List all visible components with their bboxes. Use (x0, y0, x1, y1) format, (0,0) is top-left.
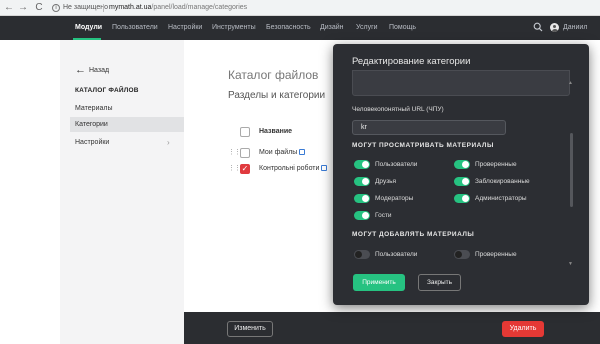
chevron-right-icon: › (167, 138, 170, 147)
nav-services[interactable]: Услуги (356, 16, 378, 40)
toggle-view-verified[interactable] (454, 160, 470, 169)
toggle-view-friends[interactable] (354, 177, 370, 186)
security-text: Не защищено (63, 4, 108, 11)
drag-handle-icon[interactable]: ⋮⋮ (228, 164, 241, 172)
nav-help[interactable]: Помощь (389, 16, 416, 40)
external-link-icon[interactable] (321, 165, 328, 172)
nav-users[interactable]: Пользователи (112, 16, 158, 40)
table-row[interactable]: Контрольні роботи (259, 165, 328, 172)
address-bar[interactable]: mymath.at.ua/panel/load/manage/categorie… (109, 2, 247, 14)
nav-design[interactable]: Дизайн (320, 16, 344, 40)
toggle-view-blocked[interactable] (454, 177, 470, 186)
browser-reload-button[interactable]: C (33, 2, 45, 14)
toggle-label: Модераторы (375, 195, 414, 202)
scroll-up-icon[interactable]: ▲ (568, 80, 573, 86)
select-all-checkbox[interactable] (240, 127, 250, 137)
nav-tools[interactable]: Инструменты (212, 16, 256, 40)
url-separator (103, 4, 104, 12)
section-title: Разделы и категории (228, 90, 326, 101)
url-path: /panel/load/manage/categories (151, 4, 248, 11)
toggle-label: Заблокированные (475, 178, 530, 185)
sidebar-item-materials[interactable]: Материалы (75, 105, 112, 112)
sidebar (60, 40, 184, 344)
security-indicator[interactable]: i Не защищено (52, 2, 108, 14)
nav-settings[interactable]: Настройки (168, 16, 202, 40)
drag-handle-icon[interactable]: ⋮⋮ (228, 148, 241, 156)
description-textarea[interactable] (352, 70, 570, 96)
toggle-view-guests[interactable] (354, 211, 370, 220)
external-link-icon[interactable] (299, 149, 306, 156)
toggle-add-users[interactable] (354, 250, 370, 259)
row-name-link[interactable]: Контрольні роботи (259, 165, 319, 172)
back-link[interactable]: ← Назад (75, 64, 110, 76)
view-permissions-heading: МОГУТ ПРОСМАТРИВАТЬ МАТЕРИАЛЫ (352, 142, 494, 149)
sidebar-item-settings[interactable]: Настройки (75, 139, 109, 146)
info-icon: i (52, 4, 60, 12)
add-permissions-heading: МОГУТ ДОБАВЛЯТЬ МАТЕРИАЛЫ (352, 231, 475, 238)
scroll-down-icon[interactable]: ▼ (568, 261, 573, 267)
browser-back-button[interactable]: ← (3, 2, 15, 14)
avatar[interactable] (550, 23, 559, 32)
row-checkbox[interactable] (240, 148, 250, 158)
user-name[interactable]: Даниил (563, 16, 587, 40)
modal-scrollbar[interactable] (570, 133, 573, 207)
toggle-view-users[interactable] (354, 160, 370, 169)
toggle-view-admins[interactable] (454, 194, 470, 203)
search-icon[interactable] (533, 22, 543, 32)
browser-forward-button[interactable]: → (17, 2, 29, 14)
page-title: Каталог файлов (228, 68, 319, 82)
toggle-add-verified[interactable] (454, 250, 470, 259)
delete-button[interactable]: Удалить (502, 321, 544, 337)
toggle-label: Проверенные (475, 251, 517, 258)
row-checkbox-checked[interactable] (240, 164, 250, 174)
url-domain: mymath.at.ua (109, 4, 152, 11)
sidebar-heading: КАТАЛОГ ФАЙЛОВ (75, 87, 139, 94)
toggle-label: Пользователи (375, 251, 418, 258)
column-header-name: Название (259, 128, 293, 135)
row-name-link[interactable]: Мои файлы (259, 149, 297, 156)
edit-button[interactable]: Изменить (227, 321, 273, 337)
nav-modules[interactable]: Модули (75, 16, 102, 40)
nav-security[interactable]: Безопасность (266, 16, 311, 40)
apply-button[interactable]: Применить (353, 274, 405, 291)
modal-title: Редактирование категории (352, 56, 471, 67)
url-input[interactable]: kr (352, 120, 506, 135)
table-row[interactable]: Мои файлы (259, 149, 306, 156)
arrow-left-icon: ← (75, 64, 86, 76)
toggle-label: Гости (375, 212, 392, 219)
toggle-view-moderators[interactable] (354, 194, 370, 203)
url-field-label: Человекопонятный URL (ЧПУ) (352, 106, 444, 113)
edit-category-modal: Редактирование категории Человекопонятны… (333, 44, 589, 305)
toggle-label: Проверенные (475, 161, 517, 168)
toggle-label: Друзья (375, 178, 397, 185)
toggle-label: Пользователи (375, 161, 418, 168)
close-button[interactable]: Закрыть (418, 274, 461, 291)
sidebar-item-categories[interactable]: Категории (75, 121, 108, 128)
toggle-label: Администраторы (475, 195, 527, 202)
back-label: Назад (89, 66, 110, 74)
